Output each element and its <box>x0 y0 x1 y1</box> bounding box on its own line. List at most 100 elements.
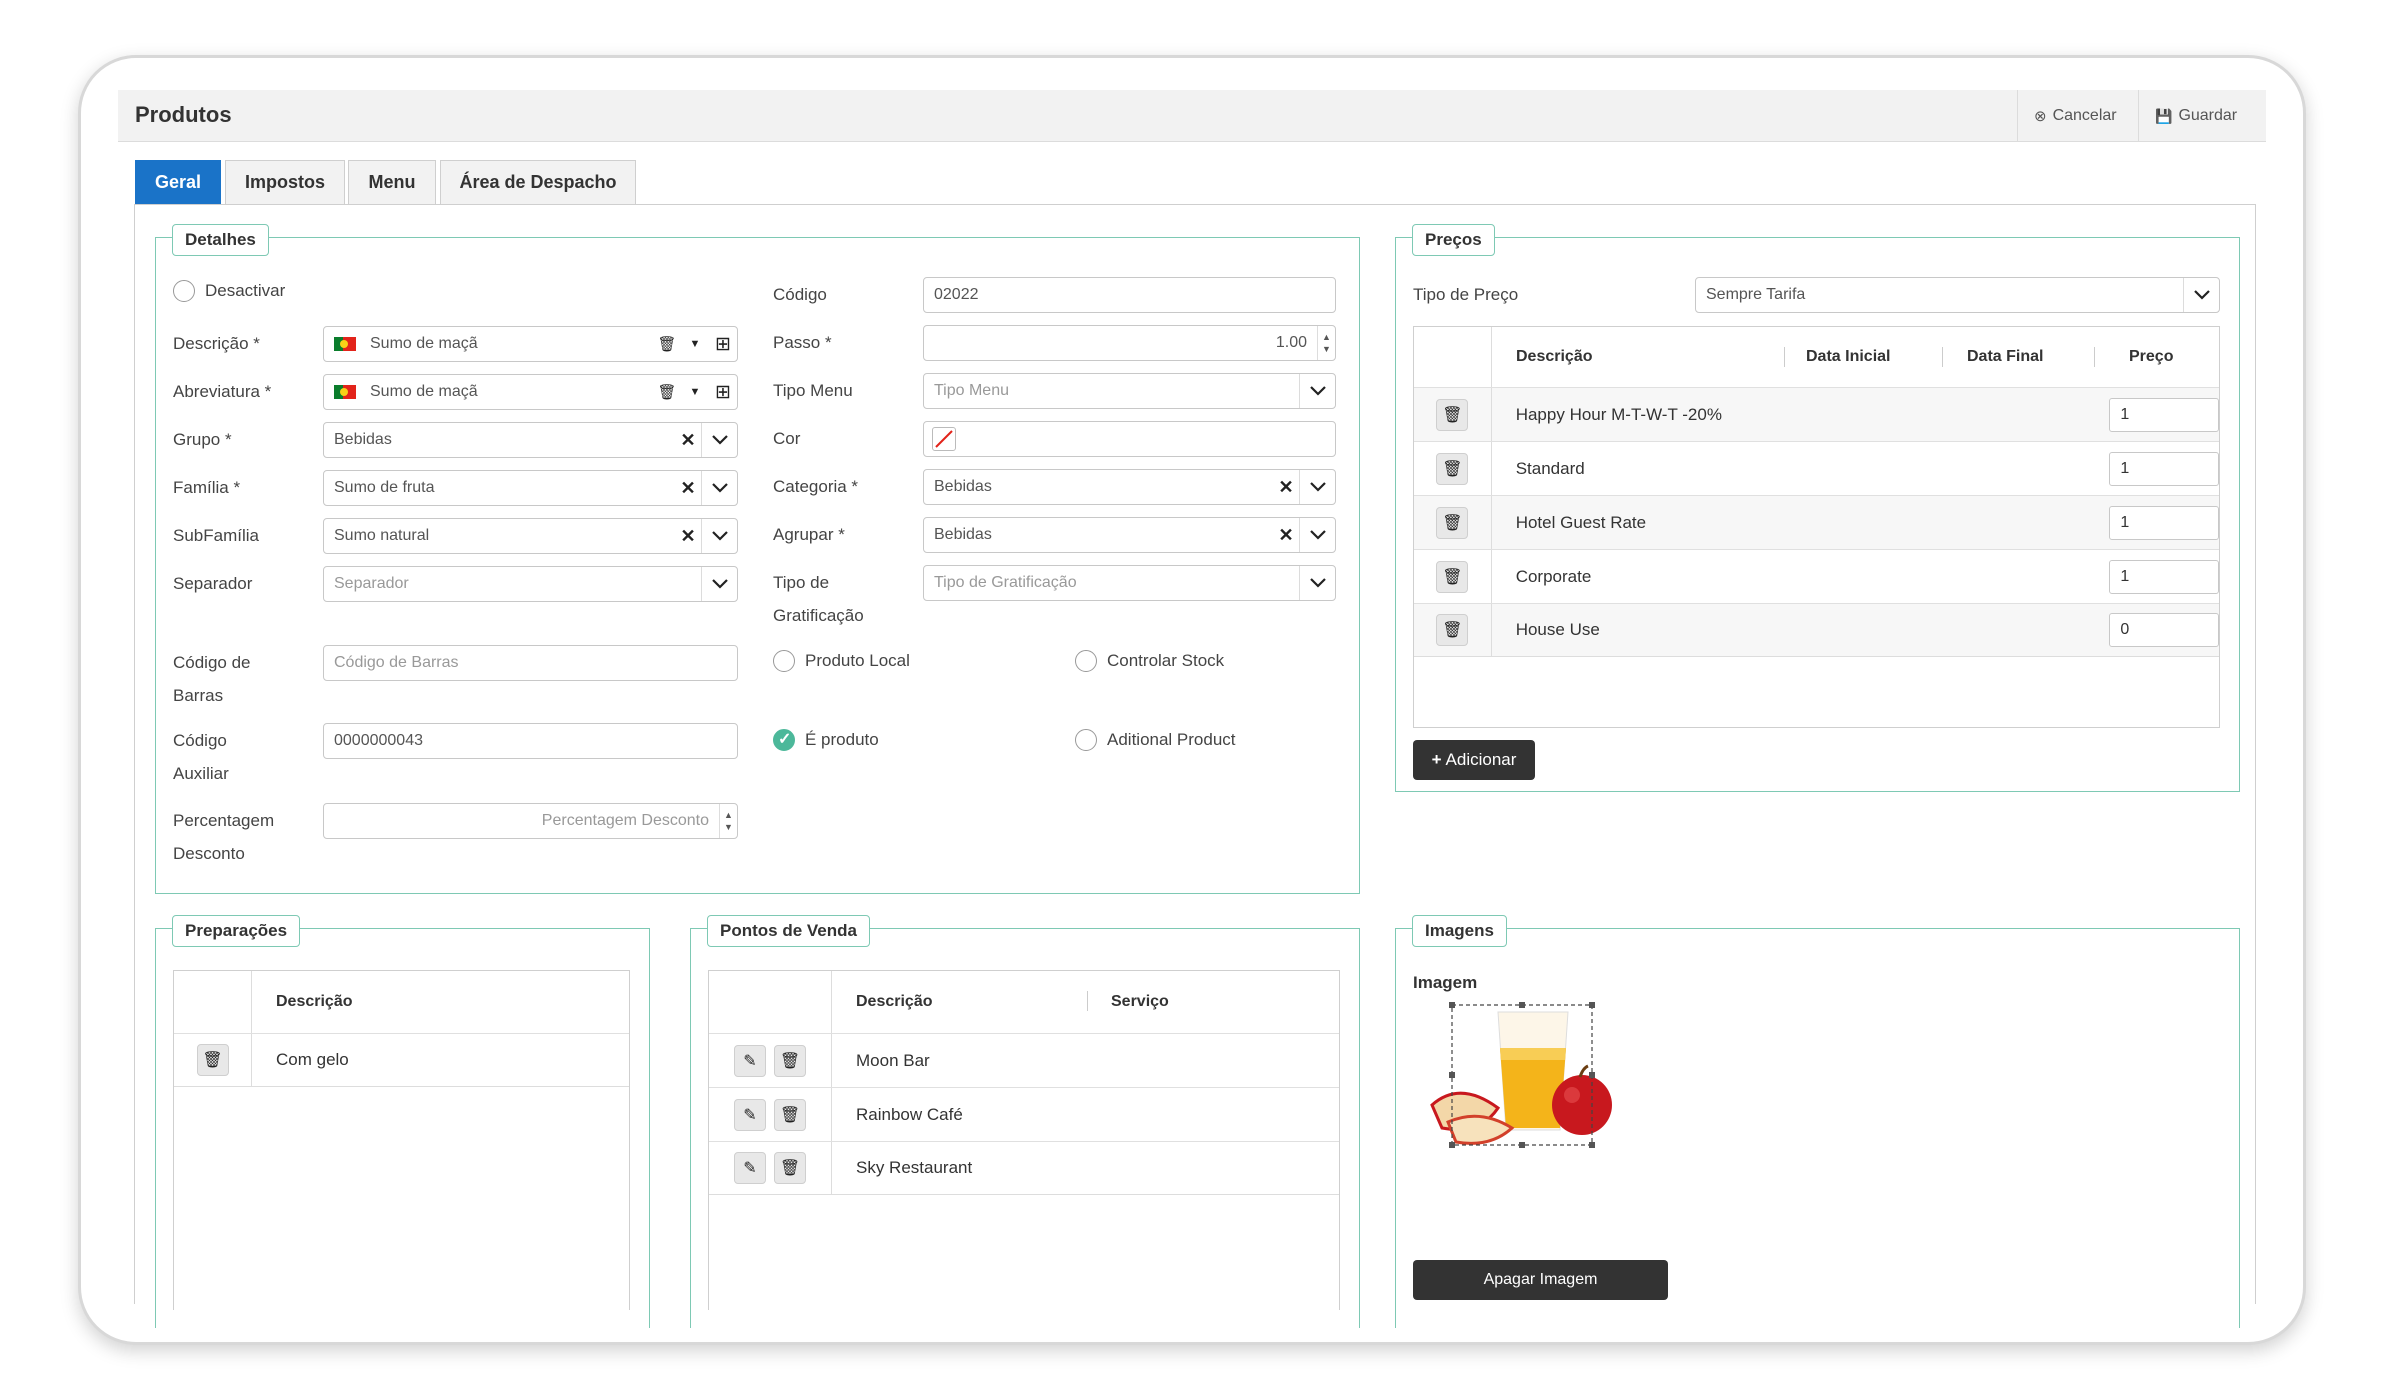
step-input[interactable]: 1.00 ▲ ▼ <box>923 325 1336 361</box>
chevron-down-icon[interactable] <box>701 567 737 601</box>
subfamily-select[interactable]: Sumo natural ✕ <box>323 518 738 554</box>
tab-area-despacho[interactable]: Área de Despacho <box>440 160 636 204</box>
pencil-icon[interactable]: ✎ <box>734 1098 766 1131</box>
trash-icon[interactable]: 🗑 <box>1436 614 1469 646</box>
clear-icon[interactable]: ✕ <box>675 423 701 457</box>
prices-legend: Preços <box>1412 224 1495 256</box>
col-end-date: Data Final <box>1967 348 2044 365</box>
add-price-button[interactable]: + Adicionar <box>1413 740 1535 780</box>
image-label: Imagem <box>1413 973 1478 992</box>
tab-geral[interactable]: Geral <box>135 160 221 204</box>
control-stock-check[interactable] <box>1075 650 1097 672</box>
abbreviation-field[interactable]: Sumo de maçã 🗑 ▼ ⊞ <box>323 374 738 410</box>
barcode-label: Código de Barras <box>173 653 251 705</box>
col-start-date: Data Inicial <box>1806 348 1891 365</box>
chevron-down-icon[interactable] <box>1299 374 1335 408</box>
additional-product-checkbox[interactable]: Aditional Product <box>1075 729 1236 751</box>
trash-icon[interactable]: 🗑 <box>774 1098 806 1131</box>
control-stock-checkbox[interactable]: Controlar Stock <box>1075 650 1224 672</box>
plus-icon: + <box>1431 750 1442 769</box>
clear-icon[interactable]: ✕ <box>1273 470 1299 504</box>
price-type-label: Tipo de Preço <box>1413 285 1519 304</box>
col-service: Serviço <box>1111 993 1169 1010</box>
is-product-check[interactable] <box>773 729 795 751</box>
local-product-check[interactable] <box>773 650 795 672</box>
trash-icon[interactable]: 🗑 <box>196 1044 229 1076</box>
col-description: Descrição <box>856 993 933 1010</box>
separator-label: Separador <box>173 574 253 593</box>
deactivate-checkbox[interactable]: Desactivar <box>173 280 285 302</box>
cancel-button[interactable]: ⊗ Cancelar <box>2017 90 2133 142</box>
pencil-icon[interactable]: ✎ <box>734 1044 766 1077</box>
code-input[interactable]: 02022 <box>923 277 1336 313</box>
caret-down-icon[interactable]: ▼ <box>681 375 709 409</box>
local-product-checkbox[interactable]: Produto Local <box>773 650 910 672</box>
chevron-down-icon[interactable] <box>1299 566 1335 600</box>
family-select[interactable]: Sumo de fruta ✕ <box>323 470 738 506</box>
category-select[interactable]: Bebidas ✕ <box>923 469 1336 505</box>
color-picker[interactable] <box>923 421 1336 457</box>
tab-impostos[interactable]: Impostos <box>225 160 345 204</box>
tab-menu[interactable]: Menu <box>348 160 436 204</box>
page-title: Produtos <box>135 102 232 127</box>
table-row: ✎ 🗑 Moon Bar <box>709 1033 1339 1087</box>
col-price: Preço <box>2129 348 2174 365</box>
chevron-down-icon[interactable] <box>701 519 737 553</box>
delete-image-button[interactable]: Apagar Imagem <box>1413 1260 1668 1300</box>
plus-square-icon[interactable]: ⊞ <box>709 327 737 361</box>
chevron-down-icon[interactable] <box>701 471 737 505</box>
deactivate-check[interactable] <box>173 280 195 302</box>
aux-code-input[interactable]: 0000000043 <box>323 723 738 759</box>
chevron-down-icon[interactable] <box>1299 518 1335 552</box>
chevron-down-icon[interactable] <box>1299 470 1335 504</box>
product-image[interactable] <box>1420 1000 1630 1150</box>
trash-icon[interactable]: 🗑 <box>1436 398 1469 431</box>
discount-input[interactable]: Percentagem Desconto ▲ ▼ <box>323 803 738 839</box>
barcode-input[interactable]: Código de Barras <box>323 645 738 681</box>
chevron-down-icon[interactable] <box>2183 278 2219 312</box>
clear-icon[interactable]: ✕ <box>675 471 701 505</box>
group-by-select[interactable]: Bebidas ✕ <box>923 517 1336 553</box>
price-type-select[interactable]: Sempre Tarifa <box>1695 277 2220 313</box>
trash-icon[interactable]: 🗑 <box>1436 560 1469 593</box>
price-input[interactable]: 0 <box>2109 613 2220 647</box>
color-label: Cor <box>773 429 801 448</box>
col-description: Descrição <box>1516 348 1593 365</box>
aux-code-label: Código Auxiliar <box>173 731 229 783</box>
save-button[interactable]: 💾 Guardar <box>2138 90 2253 142</box>
no-color-icon[interactable] <box>932 427 956 451</box>
trash-icon[interactable]: 🗑 <box>653 375 681 409</box>
trash-icon[interactable]: 🗑 <box>774 1044 806 1077</box>
pencil-icon[interactable]: ✎ <box>734 1152 766 1184</box>
clear-icon[interactable]: ✕ <box>675 519 701 553</box>
details-legend: Detalhes <box>172 224 269 256</box>
trash-icon[interactable]: 🗑 <box>653 327 681 361</box>
price-input[interactable]: 1 <box>2109 451 2220 486</box>
portugal-flag-icon <box>334 337 356 351</box>
description-field[interactable]: Sumo de maçã 🗑 ▼ ⊞ <box>323 326 738 362</box>
price-input[interactable]: 1 <box>2109 505 2220 540</box>
tip-type-select[interactable]: Tipo de Gratificação <box>923 565 1336 601</box>
menu-type-select[interactable]: Tipo Menu <box>923 373 1336 409</box>
table-row: 🗑 Hotel Guest Rate 1 <box>1414 495 2220 549</box>
plus-square-icon[interactable]: ⊞ <box>709 375 737 409</box>
prices-rows: 🗑 Happy Hour M-T-W-T -20% 1 🗑 Standard 1… <box>1414 387 2220 657</box>
trash-icon[interactable]: 🗑 <box>1436 506 1469 539</box>
price-input[interactable]: 1 <box>2109 397 2220 432</box>
is-product-checkbox[interactable]: É produto <box>773 729 879 751</box>
trash-icon[interactable]: 🗑 <box>1436 452 1469 485</box>
price-input[interactable]: 1 <box>2109 559 2220 594</box>
group-select[interactable]: Bebidas ✕ <box>323 422 738 458</box>
spinner-icon[interactable]: ▲ ▼ <box>1317 326 1335 360</box>
trash-icon[interactable]: 🗑 <box>774 1152 806 1184</box>
caret-down-icon[interactable]: ▼ <box>681 327 709 361</box>
table-row: 🗑 Corporate 1 <box>1414 549 2220 603</box>
additional-product-check[interactable] <box>1075 729 1097 751</box>
chevron-down-icon[interactable] <box>701 423 737 457</box>
points-of-sale-table: Descrição Serviço ✎ 🗑 Moon Bar ✎ 🗑 Rainbow… <box>708 970 1340 1310</box>
category-label: Categoria * <box>773 477 859 496</box>
clear-icon[interactable]: ✕ <box>1273 518 1299 552</box>
separator-select[interactable]: Separador <box>323 566 738 602</box>
table-row: 🗑 Happy Hour M-T-W-T -20% 1 <box>1414 387 2220 441</box>
spinner-icon[interactable]: ▲ ▼ <box>719 804 737 838</box>
